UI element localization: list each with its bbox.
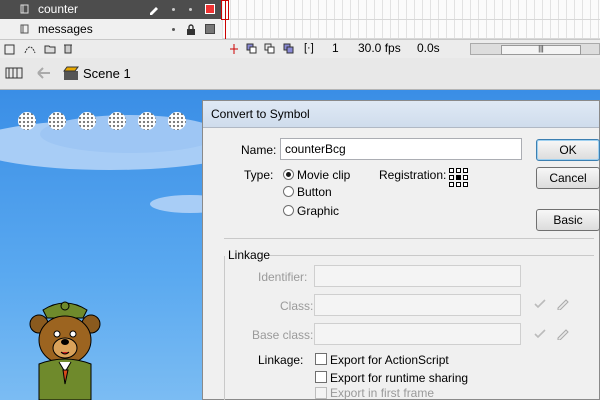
export-actionscript-label[interactable]: Export for ActionScript [330,353,449,367]
bear-character [29,301,101,400]
type-option-graphic[interactable]: Graphic [297,204,339,218]
layer-row-messages[interactable]: messages [0,20,222,39]
edit-class-pencil-icon[interactable] [556,296,570,310]
layer-icon [20,24,29,34]
current-frame: 1 [332,41,339,55]
registration-grid[interactable] [449,168,468,187]
type-radio-graphic[interactable] [283,205,294,216]
export-actionscript-checkbox[interactable] [315,353,327,365]
counter-dot [138,112,156,130]
elapsed-time: 0.0s [417,41,440,55]
basic-button[interactable]: Basic [536,209,600,231]
validate-base-class-icon[interactable] [534,329,546,339]
timeline-toggle-icon[interactable] [5,65,23,81]
counter-dot [18,112,36,130]
cloud [40,115,220,153]
dialog-titlebar[interactable]: Convert to Symbol [203,101,599,128]
lock-icon[interactable] [186,24,196,35]
export-first-frame-label: Export in first frame [330,386,435,400]
modify-markers-icon[interactable]: [·] [304,42,314,54]
type-radio-movie-clip[interactable] [283,169,294,180]
dialog-title: Convert to Symbol [211,107,310,121]
counter-dot [78,112,96,130]
visibility-dot[interactable] [172,28,175,31]
name-field[interactable] [280,138,522,160]
separator [224,238,594,239]
back-arrow-icon[interactable] [37,67,51,79]
identifier-label: Identifier: [258,270,308,284]
type-label: Type: [244,168,274,182]
new-layer-icon[interactable] [4,43,16,55]
layer-color-swatch[interactable] [205,24,215,34]
scene-label[interactable]: Scene 1 [83,66,131,81]
separator [270,255,594,256]
base-class-label: Base class: [252,328,314,342]
center-frame-icon[interactable] [230,44,238,54]
frame-rate: 30.0 fps [358,41,401,55]
cancel-button[interactable]: Cancel [536,167,600,189]
layer-name: messages [38,22,93,36]
group-border [224,256,225,400]
onion-outline-icon[interactable] [264,43,276,55]
registration-label: Registration: [379,168,447,182]
export-runtime-label[interactable]: Export for runtime sharing [330,371,468,385]
layer-icon [20,4,29,14]
type-option-movie-clip[interactable]: Movie clip [297,168,350,182]
ok-button[interactable]: OK [536,139,600,161]
clapper-icon [63,66,79,80]
class-field[interactable] [314,294,521,316]
type-option-button[interactable]: Button [297,185,332,199]
motion-guide-icon[interactable] [24,43,36,55]
counter-dot [168,112,186,130]
lock-dot[interactable] [189,8,192,11]
edit-multiple-frames-icon[interactable] [283,43,295,55]
validate-class-icon[interactable] [534,299,546,309]
name-label: Name: [241,143,277,157]
layer-color-swatch[interactable] [205,4,215,14]
trash-icon[interactable] [62,42,74,54]
pencil-icon[interactable] [148,3,160,15]
linkage-section-label: Linkage [228,248,271,262]
counter-dot [108,112,126,130]
scrollbar-thumb[interactable]: ||| [501,45,581,55]
class-label: Class: [280,299,314,313]
layer-name: counter [38,2,79,16]
visibility-dot[interactable] [172,8,175,11]
onion-skin-icon[interactable] [246,43,258,55]
identifier-field[interactable] [314,265,521,287]
export-runtime-checkbox[interactable] [315,371,327,383]
type-radio-button[interactable] [283,186,294,197]
base-class-field[interactable] [314,323,521,345]
timeline-scrollbar[interactable]: ||| [470,43,600,55]
export-first-frame-checkbox[interactable] [315,387,327,399]
counter-dot [48,112,66,130]
linkage-label: Linkage: [258,353,304,367]
frames-grid[interactable] [222,0,600,39]
edit-base-class-pencil-icon[interactable] [556,326,570,340]
layer-row-counter[interactable]: counter [0,0,222,19]
new-folder-icon[interactable] [44,43,56,55]
